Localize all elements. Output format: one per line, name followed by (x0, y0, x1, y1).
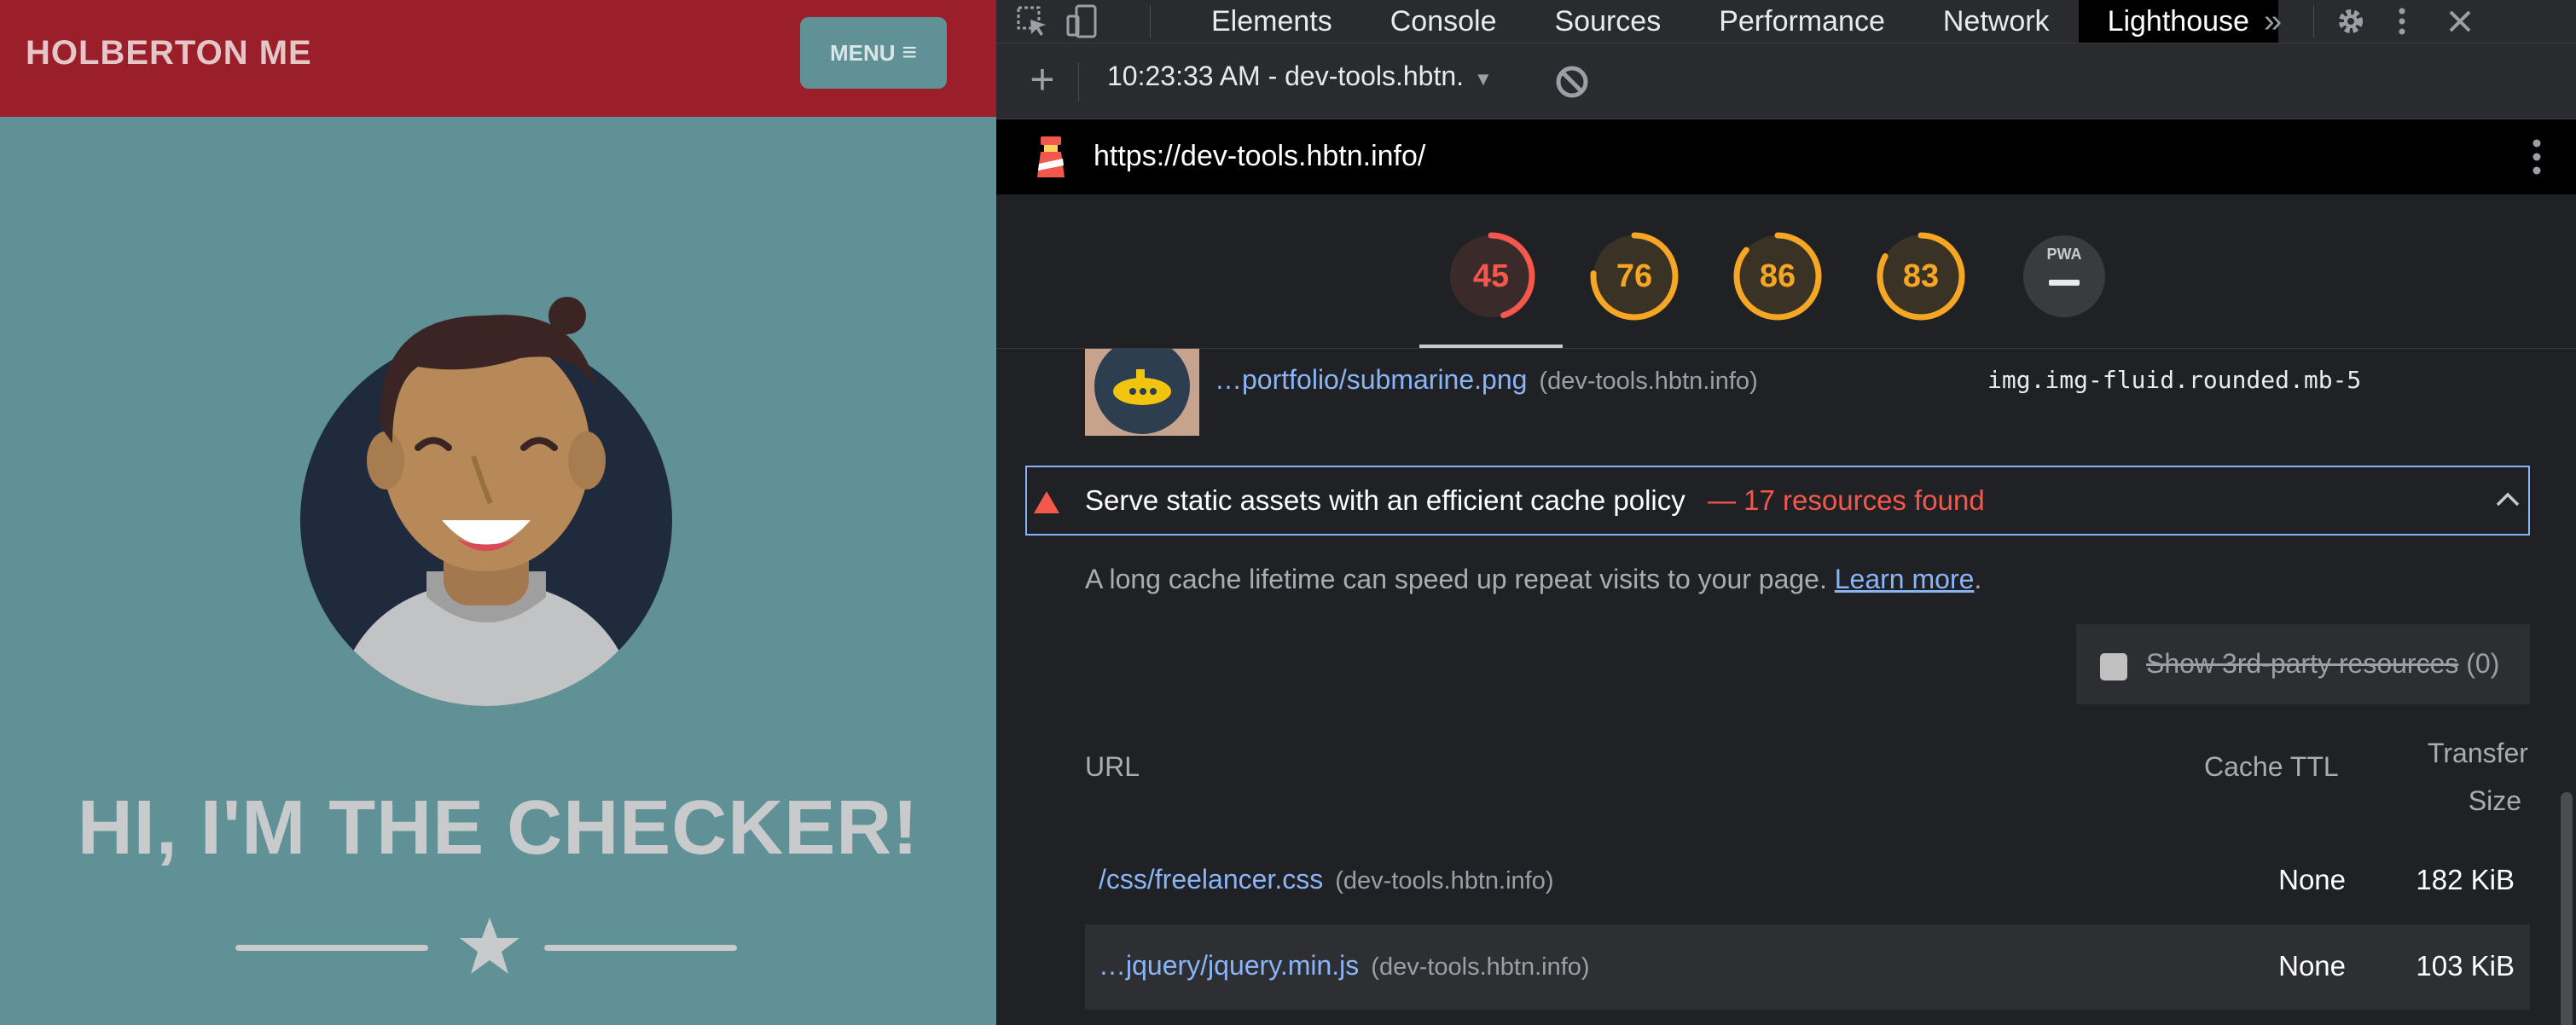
vertical-scrollbar[interactable] (2561, 792, 2573, 1025)
resource-host: (dev-tools.hbtn.info) (1539, 368, 1758, 395)
site-navbar: HOLBERTON ME MENU ≡ (0, 0, 996, 117)
resource-row: …portfolio/submarine.png (dev-tools.hbtn.… (1215, 364, 1758, 396)
row-url-cell: …jquery/jquery.min.js (dev-tools.hbtn.inf… (1099, 950, 1590, 982)
row-url-cell: /css/freelancer.css (dev-tools.hbtn.info) (1099, 864, 1554, 895)
audit-description-text: A long cache lifetime can speed up repea… (1085, 564, 1827, 594)
column-header-cache-ttl: Cache TTL (2204, 751, 2339, 782)
score-value: 86 (1759, 258, 1796, 294)
score-value: 76 (1616, 258, 1653, 294)
report-url: https://dev-tools.hbtn.info/ (1094, 140, 1426, 172)
hamburger-icon: ≡ (902, 38, 918, 67)
inspect-element-icon[interactable] (1013, 3, 1051, 39)
resource-link[interactable]: …jquery/jquery.min.js (1099, 950, 1359, 981)
tab-lighthouse[interactable]: Lighthouse (2078, 0, 2278, 43)
devtools-tabbar: Elements Console Sources Performance Net… (996, 0, 2576, 43)
menu-button[interactable]: MENU ≡ (800, 17, 947, 89)
resource-thumbnail (1085, 349, 1199, 436)
toolbar-separator (1150, 5, 1151, 38)
table-row: /css/freelancer.css (dev-tools.hbtn.info)… (1085, 838, 2530, 924)
toolbar-separator (2313, 5, 2314, 38)
column-header-transfer-size-line1: Transfer (2428, 738, 2528, 768)
score-value: 83 (1902, 258, 1940, 294)
close-icon[interactable] (2441, 3, 2479, 39)
audit-header-cache-policy[interactable]: Serve static assets with an efficient ca… (1025, 466, 2530, 536)
score-value: PWA (2018, 230, 2110, 322)
audit-title: Serve static assets with an efficient ca… (1085, 484, 1685, 516)
page-headline: HI, I'M THE CHECKER! (77, 785, 920, 871)
third-party-checkbox[interactable] (2100, 653, 2127, 680)
site-brand[interactable]: HOLBERTON ME (26, 34, 312, 72)
audit-resources-found: — 17 resources found (1708, 484, 1985, 516)
node-selector[interactable]: img.img-fluid.rounded.mb-5 (1987, 366, 2361, 394)
report-url-bar: https://dev-tools.hbtn.info/ (996, 119, 2576, 194)
new-report-plus-icon[interactable]: + (1018, 55, 1066, 103)
score-gauge-pwa[interactable]: PWA (2018, 230, 2110, 322)
menu-label: MENU (829, 39, 896, 66)
devtools-panel: Elements Console Sources Performance Net… (996, 0, 2576, 1025)
avatar-illustration (300, 297, 672, 706)
star-divider (235, 912, 747, 981)
tab-sources[interactable]: Sources (1525, 0, 1690, 43)
row-transfer-size: 182 KiB (2416, 864, 2515, 895)
third-party-label-text: Show 3rd-party resources (2146, 648, 2459, 679)
tab-elements[interactable]: Elements (1182, 0, 1361, 43)
warning-triangle-icon (1034, 491, 1059, 513)
row-transfer-size: 103 KiB (2416, 950, 2515, 982)
chevron-double-right-icon[interactable]: » (2264, 0, 2282, 43)
report-content: …portfolio/submarine.png (dev-tools.hbtn.… (996, 349, 2576, 1025)
kebab-menu-icon[interactable] (2383, 3, 2421, 39)
website-viewport: HOLBERTON ME MENU ≡ HI, I'M THE CHECKER! (0, 0, 996, 1025)
chevron-up-icon[interactable] (2492, 484, 2523, 515)
kebab-menu-icon[interactable] (2520, 133, 2554, 181)
resource-host: (dev-tools.hbtn.info) (1371, 953, 1590, 981)
score-gauge-4[interactable]: 83 (1875, 230, 1967, 322)
tab-performance[interactable]: Performance (1690, 0, 1914, 43)
tab-console[interactable]: Console (1361, 0, 1526, 43)
score-value: 45 (1472, 258, 1510, 294)
score-gauge-2[interactable]: 76 (1588, 230, 1680, 322)
divider-line-left (235, 945, 428, 951)
score-gauge-1[interactable]: 45 (1445, 230, 1537, 322)
divider-line-right (544, 945, 737, 951)
third-party-count: (0) (2466, 648, 2500, 679)
third-party-label: Show 3rd-party resources (0) (2146, 648, 2499, 680)
report-select-dropdown[interactable]: 10:23:33 AM - dev-tools.hbtn. ▼ (1107, 61, 1493, 92)
star-icon (460, 918, 519, 974)
resource-link[interactable]: …portfolio/submarine.png (1215, 364, 1527, 395)
column-header-url: URL (1085, 751, 1140, 782)
row-cache-ttl: None (2278, 864, 2346, 895)
column-header-transfer-size: Transfer Size (2428, 729, 2528, 825)
column-header-transfer-size-line2: Size (2468, 785, 2521, 816)
dropdown-caret-icon: ▼ (1474, 68, 1493, 90)
lighthouse-logo-icon (1037, 136, 1065, 177)
devtools-tabs: Elements Console Sources Performance Net… (1182, 0, 2278, 43)
lighthouse-toolbar: + 10:23:33 AM - dev-tools.hbtn. ▼ (996, 43, 2576, 119)
third-party-filter[interactable]: Show 3rd-party resources (0) (2076, 624, 2530, 704)
learn-more-link[interactable]: Learn more (1835, 564, 1975, 594)
toolbar-separator (1078, 62, 1079, 101)
table-row: …jquery/jquery.min.js (dev-tools.hbtn.inf… (1085, 924, 2530, 1010)
gear-icon[interactable] (2332, 3, 2370, 39)
report-select-value: 10:23:33 AM - dev-tools.hbtn. (1107, 61, 1465, 91)
resource-link[interactable]: /css/freelancer.css (1099, 864, 1323, 895)
clear-all-icon[interactable] (1552, 62, 1592, 101)
active-gauge-indicator (1419, 345, 1563, 348)
score-gauge-3[interactable]: 86 (1732, 230, 1824, 322)
resource-host: (dev-tools.hbtn.info) (1335, 867, 1554, 895)
tab-network[interactable]: Network (1914, 0, 2079, 43)
device-toggle-icon[interactable] (1065, 3, 1102, 39)
score-gauges: 45 76 86 83 PWA (996, 194, 2576, 349)
audit-description: A long cache lifetime can speed up repea… (1085, 564, 1982, 594)
row-cache-ttl: None (2278, 950, 2346, 982)
